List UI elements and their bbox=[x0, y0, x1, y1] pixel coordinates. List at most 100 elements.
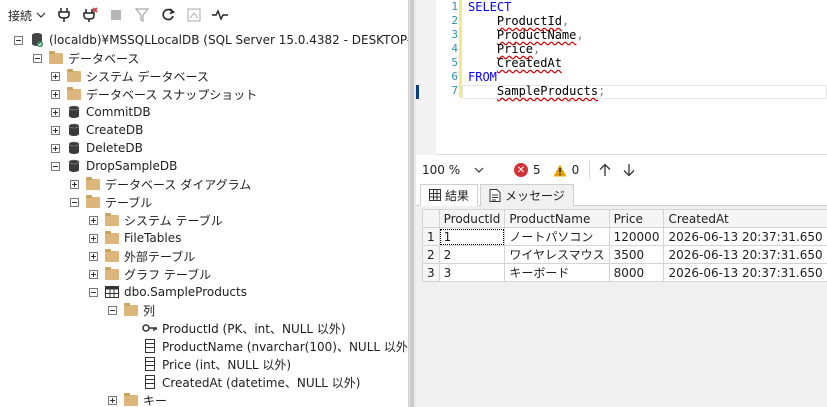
collapse-toggle[interactable] bbox=[14, 35, 23, 45]
tree-node-server[interactable]: (localdb)¥MSSQLLocalDB (SQL Server 15.0.… bbox=[14, 31, 412, 49]
stop-button[interactable] bbox=[104, 4, 128, 26]
refresh-button[interactable] bbox=[156, 4, 180, 26]
expand-toggle[interactable] bbox=[51, 71, 60, 81]
tree-node-databases[interactable]: データベース bbox=[33, 49, 139, 67]
sql-identifier: ProductId bbox=[496, 14, 562, 28]
query-editor[interactable]: 1 2 3 4 5 6 7 SELECT ProductId, ProductN… bbox=[416, 0, 827, 155]
tree-node-database-snapshots[interactable]: データベース スナップショット bbox=[51, 85, 257, 103]
sql-punctuation: , bbox=[576, 28, 584, 42]
expand-toggle[interactable] bbox=[89, 251, 98, 261]
expand-toggle[interactable] bbox=[51, 89, 60, 99]
table-cell[interactable]: 1 bbox=[438, 227, 506, 246]
tree-node-dropsampledb[interactable]: DropSampleDB bbox=[51, 157, 177, 175]
tree-node-column-createdat[interactable]: CreatedAt (datetime、NULL 以外) bbox=[142, 373, 361, 391]
tree-node-system-tables[interactable]: システム テーブル bbox=[89, 211, 223, 229]
database-icon bbox=[66, 158, 82, 174]
tree-node-sampleproducts-table[interactable]: dbo.SampleProducts bbox=[89, 283, 247, 301]
table-cell[interactable]: 2026-06-13 20:37:31.650 bbox=[663, 245, 827, 264]
column-header[interactable]: Price bbox=[608, 209, 665, 228]
expand-toggle[interactable] bbox=[89, 233, 98, 243]
expand-toggle[interactable] bbox=[51, 107, 60, 117]
tree-node-column-productid[interactable]: ProductId (PK、int、NULL 以外) bbox=[142, 319, 346, 337]
tree-node-database-diagrams[interactable]: データベース ダイアグラム bbox=[70, 175, 251, 193]
table-cell[interactable]: 3500 bbox=[608, 245, 665, 264]
connect-plug-button[interactable] bbox=[52, 4, 76, 26]
expand-toggle[interactable] bbox=[89, 269, 98, 279]
table-row[interactable]: 3 3 キーボード 8000 2026-06-13 20:37:31.650 bbox=[422, 263, 827, 282]
tree-node-graph-tables[interactable]: グラフ テーブル bbox=[89, 265, 211, 283]
sql-keyword: FROM bbox=[468, 70, 497, 84]
code-line: ProductName, bbox=[468, 28, 605, 42]
previous-error-button[interactable] bbox=[598, 163, 612, 177]
table-cell[interactable]: 120000 bbox=[608, 227, 665, 246]
scrollbar-thumb[interactable] bbox=[410, 0, 414, 407]
zoom-dropdown[interactable]: 100 % bbox=[422, 160, 492, 180]
tree-node-label: 列 bbox=[143, 303, 156, 318]
summary-button[interactable] bbox=[182, 4, 206, 26]
collapse-toggle[interactable] bbox=[70, 197, 79, 207]
tab-messages[interactable]: メッセージ bbox=[480, 184, 574, 206]
tree-node-createdb[interactable]: CreateDB bbox=[51, 121, 143, 139]
table-cell[interactable]: 8000 bbox=[608, 263, 665, 282]
expand-toggle[interactable] bbox=[89, 215, 98, 225]
column-header[interactable]: ProductName bbox=[504, 209, 610, 228]
filter-button[interactable] bbox=[130, 4, 154, 26]
tab-results[interactable]: 結果 bbox=[420, 184, 479, 206]
tree-node-keys[interactable]: キー bbox=[108, 391, 167, 407]
key-icon bbox=[142, 320, 158, 336]
tree-node-label: キー bbox=[143, 393, 168, 407]
expand-toggle[interactable] bbox=[70, 179, 79, 189]
tree-node-column-productname[interactable]: ProductName (nvarchar(100)、NULL 以外) bbox=[142, 337, 412, 355]
table-cell[interactable]: 2026-06-13 20:37:31.650 bbox=[663, 227, 827, 246]
column-header[interactable]: CreatedAt bbox=[663, 209, 827, 228]
row-number-header[interactable] bbox=[422, 209, 440, 228]
disconnect-button[interactable] bbox=[78, 4, 102, 26]
tree-node-column-price[interactable]: Price (int、NULL 以外) bbox=[142, 355, 291, 373]
collapse-toggle[interactable] bbox=[108, 305, 117, 315]
tree-node-deletedb[interactable]: DeleteDB bbox=[51, 139, 143, 157]
collapse-toggle[interactable] bbox=[51, 161, 60, 171]
tree-node-system-databases[interactable]: システム データベース bbox=[51, 67, 209, 85]
expand-toggle[interactable] bbox=[51, 125, 60, 135]
table-cell[interactable]: ワイヤレスマウス bbox=[504, 245, 610, 264]
code-line: SELECT bbox=[468, 0, 605, 14]
row-number[interactable]: 1 bbox=[422, 227, 440, 246]
table-row[interactable]: 2 2 ワイヤレスマウス 3500 2026-06-13 20:37:31.65… bbox=[422, 245, 827, 264]
folder-icon bbox=[104, 248, 120, 264]
tab-label: 結果 bbox=[445, 188, 470, 203]
expand-toggle[interactable] bbox=[51, 143, 60, 153]
error-count[interactable]: ✕ 5 bbox=[514, 163, 541, 177]
row-number[interactable]: 3 bbox=[422, 263, 440, 282]
row-number[interactable]: 2 bbox=[422, 245, 440, 264]
arrow-up-icon bbox=[599, 163, 611, 176]
next-error-button[interactable] bbox=[622, 163, 636, 177]
sql-keyword: SELECT bbox=[468, 0, 512, 14]
line-number: 4 bbox=[451, 42, 458, 55]
table-cell[interactable]: 3 bbox=[438, 263, 506, 282]
table-cell[interactable]: 2026-06-13 20:37:31.650 bbox=[663, 263, 827, 282]
table-cell[interactable]: 2 bbox=[438, 245, 506, 264]
tree-node-columns[interactable]: 列 bbox=[108, 301, 155, 319]
activity-pulse-icon bbox=[212, 9, 229, 21]
tree-node-commitdb[interactable]: CommitDB bbox=[51, 103, 151, 121]
tree-node-tables[interactable]: テーブル bbox=[70, 193, 152, 211]
tree-node-external-tables[interactable]: 外部テーブル bbox=[89, 247, 195, 265]
table-cell[interactable]: キーボード bbox=[504, 263, 610, 282]
sql-punctuation: ; bbox=[598, 84, 606, 98]
connect-button[interactable]: 接続 bbox=[4, 4, 50, 26]
warning-count[interactable]: 0 bbox=[553, 163, 579, 177]
results-grid[interactable]: ProductId ProductName Price CreatedAt 1 … bbox=[422, 209, 827, 282]
tree-node-label: FileTables bbox=[124, 231, 182, 245]
tree-node-label: CreateDB bbox=[86, 123, 144, 137]
collapse-toggle[interactable] bbox=[89, 287, 98, 297]
table-row[interactable]: 1 1 ノートパソコン 120000 2026-06-13 20:37:31.6… bbox=[422, 227, 827, 246]
refresh-icon bbox=[162, 8, 176, 21]
chevron-down-icon bbox=[36, 12, 46, 18]
table-cell[interactable]: ノートパソコン bbox=[504, 227, 610, 246]
expand-toggle[interactable] bbox=[108, 395, 117, 405]
tree-node-filetables[interactable]: FileTables bbox=[89, 229, 181, 247]
column-header[interactable]: ProductId bbox=[438, 209, 506, 228]
collapse-toggle[interactable] bbox=[33, 53, 42, 63]
activity-monitor-button[interactable] bbox=[208, 4, 232, 26]
code-area[interactable]: SELECT ProductId, ProductName, Price, Cr… bbox=[468, 0, 605, 98]
